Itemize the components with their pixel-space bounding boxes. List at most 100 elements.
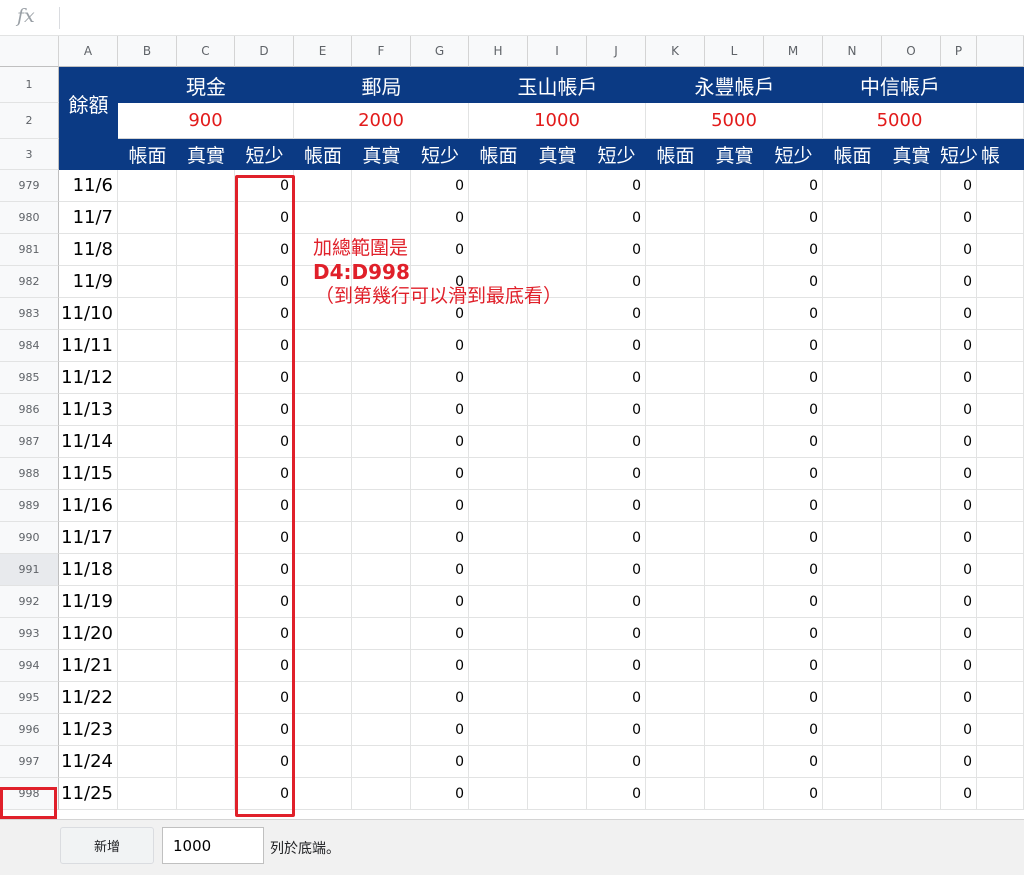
empty-cell[interactable] — [294, 394, 352, 426]
empty-cell[interactable] — [469, 330, 528, 362]
empty-cell[interactable] — [177, 522, 235, 554]
empty-cell[interactable] — [294, 618, 352, 650]
shortage-cell[interactable]: 0 — [941, 362, 977, 394]
column-header-d[interactable]: D — [235, 36, 294, 67]
row-header-981[interactable]: 981 — [0, 234, 59, 266]
empty-cell[interactable] — [177, 554, 235, 586]
empty-cell[interactable] — [469, 458, 528, 490]
empty-cell[interactable] — [823, 202, 882, 234]
row-header-992[interactable]: 992 — [0, 586, 59, 618]
empty-cell[interactable] — [705, 298, 764, 330]
empty-cell[interactable] — [882, 298, 941, 330]
shortage-cell[interactable]: 0 — [235, 202, 294, 234]
empty-cell[interactable] — [705, 522, 764, 554]
shortage-cell[interactable]: 0 — [235, 234, 294, 266]
shortage-cell[interactable]: 0 — [411, 394, 469, 426]
empty-cell[interactable] — [177, 746, 235, 778]
shortage-cell[interactable]: 0 — [941, 330, 977, 362]
shortage-cell[interactable]: 0 — [587, 298, 646, 330]
shortage-cell[interactable]: 0 — [764, 714, 823, 746]
empty-cell[interactable] — [118, 362, 177, 394]
empty-cell[interactable] — [705, 650, 764, 682]
empty-cell[interactable] — [528, 650, 587, 682]
shortage-cell[interactable]: 0 — [587, 746, 646, 778]
empty-cell[interactable] — [294, 522, 352, 554]
shortage-cell[interactable]: 0 — [941, 586, 977, 618]
empty-cell[interactable] — [528, 490, 587, 522]
shortage-cell[interactable]: 0 — [587, 490, 646, 522]
shortage-cell[interactable]: 0 — [764, 362, 823, 394]
shortage-cell[interactable]: 0 — [941, 682, 977, 714]
shortage-cell[interactable]: 0 — [587, 618, 646, 650]
empty-cell[interactable] — [177, 682, 235, 714]
empty-cell[interactable] — [469, 714, 528, 746]
empty-cell[interactable] — [823, 682, 882, 714]
empty-cell[interactable] — [823, 554, 882, 586]
date-cell[interactable]: 11/23 — [59, 714, 118, 746]
empty-cell[interactable] — [528, 362, 587, 394]
empty-cell[interactable] — [118, 426, 177, 458]
shortage-cell[interactable]: 0 — [764, 554, 823, 586]
empty-cell[interactable] — [882, 714, 941, 746]
empty-cell[interactable] — [177, 330, 235, 362]
empty-cell[interactable] — [705, 234, 764, 266]
empty-cell[interactable] — [705, 426, 764, 458]
empty-cell[interactable] — [469, 682, 528, 714]
shortage-cell[interactable]: 0 — [411, 330, 469, 362]
empty-cell[interactable] — [705, 746, 764, 778]
column-header-i[interactable]: I — [528, 36, 587, 67]
empty-cell[interactable] — [882, 778, 941, 810]
date-cell[interactable]: 11/25 — [59, 778, 118, 810]
empty-cell[interactable] — [177, 426, 235, 458]
column-header-o[interactable]: O — [882, 36, 941, 67]
shortage-cell[interactable]: 0 — [235, 330, 294, 362]
empty-cell[interactable] — [646, 298, 705, 330]
empty-cell[interactable] — [646, 330, 705, 362]
date-cell[interactable]: 11/16 — [59, 490, 118, 522]
column-header-n[interactable]: N — [823, 36, 882, 67]
balance-value-2[interactable]: 1000 — [469, 103, 646, 139]
empty-cell[interactable] — [882, 618, 941, 650]
empty-cell[interactable] — [528, 746, 587, 778]
row-header-991[interactable]: 991 — [0, 554, 59, 586]
empty-cell[interactable] — [528, 778, 587, 810]
shortage-cell[interactable]: 0 — [411, 426, 469, 458]
shortage-cell[interactable]: 0 — [587, 426, 646, 458]
shortage-cell[interactable]: 0 — [235, 266, 294, 298]
empty-cell[interactable] — [528, 394, 587, 426]
shortage-cell[interactable]: 0 — [411, 714, 469, 746]
balance-value-overflow[interactable] — [977, 103, 1024, 139]
empty-cell[interactable] — [646, 458, 705, 490]
empty-cell[interactable] — [823, 234, 882, 266]
column-header-m[interactable]: M — [764, 36, 823, 67]
shortage-cell[interactable]: 0 — [235, 554, 294, 586]
shortage-cell[interactable]: 0 — [941, 170, 977, 202]
empty-cell[interactable] — [528, 458, 587, 490]
empty-cell[interactable] — [977, 650, 1024, 682]
date-cell[interactable]: 11/7 — [59, 202, 118, 234]
empty-cell[interactable] — [882, 554, 941, 586]
shortage-cell[interactable]: 0 — [941, 490, 977, 522]
empty-cell[interactable] — [646, 650, 705, 682]
empty-cell[interactable] — [352, 362, 411, 394]
empty-cell[interactable] — [177, 202, 235, 234]
empty-cell[interactable] — [705, 170, 764, 202]
empty-cell[interactable] — [118, 650, 177, 682]
date-cell[interactable]: 11/8 — [59, 234, 118, 266]
empty-cell[interactable] — [977, 522, 1024, 554]
shortage-cell[interactable]: 0 — [235, 650, 294, 682]
empty-cell[interactable] — [646, 746, 705, 778]
row-header-997[interactable]: 997 — [0, 746, 59, 778]
shortage-cell[interactable]: 0 — [411, 650, 469, 682]
empty-cell[interactable] — [646, 394, 705, 426]
empty-cell[interactable] — [177, 714, 235, 746]
empty-cell[interactable] — [882, 394, 941, 426]
empty-cell[interactable] — [705, 330, 764, 362]
empty-cell[interactable] — [705, 778, 764, 810]
shortage-cell[interactable]: 0 — [587, 202, 646, 234]
shortage-cell[interactable]: 0 — [587, 266, 646, 298]
empty-cell[interactable] — [294, 682, 352, 714]
shortage-cell[interactable]: 0 — [587, 650, 646, 682]
shortage-cell[interactable]: 0 — [411, 170, 469, 202]
shortage-cell[interactable]: 0 — [764, 778, 823, 810]
